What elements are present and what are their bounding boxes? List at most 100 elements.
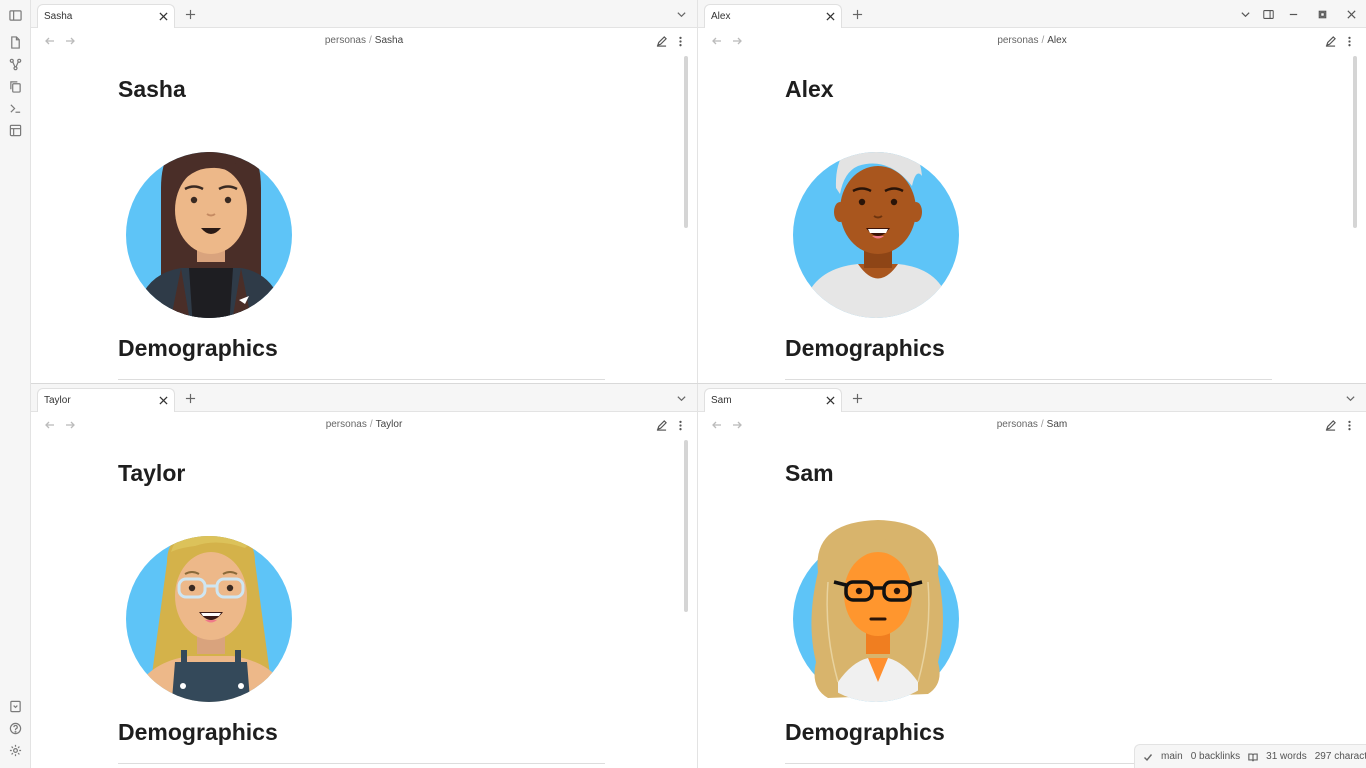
pane-sam: Sam personas / Sam Sam Demographics xyxy=(698,384,1366,768)
sidebar-right-icon[interactable] xyxy=(1261,7,1275,21)
edit-icon[interactable] xyxy=(654,418,668,432)
layout-icon[interactable] xyxy=(7,122,23,138)
horizontal-split-divider[interactable] xyxy=(31,383,1366,384)
more-options-icon[interactable] xyxy=(1342,34,1356,48)
more-options-icon[interactable] xyxy=(673,34,687,48)
note-content: Sam Demographics xyxy=(698,437,1358,768)
breadcrumb-note: Sam xyxy=(1046,419,1068,430)
edit-icon[interactable] xyxy=(654,34,668,48)
more-options-icon[interactable] xyxy=(1342,418,1356,432)
copy-icon[interactable] xyxy=(7,78,23,94)
note-content: Alex Demographics xyxy=(698,53,1358,383)
breadcrumb-folder[interactable]: personas xyxy=(997,419,1038,430)
tab-label: Alex xyxy=(711,11,731,22)
scrollbar[interactable] xyxy=(1353,56,1357,228)
vertical-split-divider[interactable] xyxy=(697,0,698,768)
terminal-icon[interactable] xyxy=(7,100,23,116)
edit-icon[interactable] xyxy=(1323,418,1337,432)
character-count: 297 characters xyxy=(1314,751,1366,762)
check-icon xyxy=(1144,753,1153,761)
note-title: Alex xyxy=(785,76,834,102)
new-tab-icon[interactable] xyxy=(850,391,864,405)
section-heading: Demographics xyxy=(118,719,278,745)
tab-bar: Taylor xyxy=(31,384,697,412)
new-tab-icon[interactable] xyxy=(183,391,197,405)
close-icon[interactable] xyxy=(824,394,836,406)
maximize-icon[interactable] xyxy=(1315,7,1329,21)
chevron-down-icon[interactable] xyxy=(675,392,687,404)
close-icon[interactable] xyxy=(824,10,836,22)
backlinks-count[interactable]: 0 backlinks xyxy=(1191,751,1240,762)
breadcrumb-note: Alex xyxy=(1047,35,1067,46)
edit-icon[interactable] xyxy=(1323,34,1337,48)
breadcrumb-separator: / xyxy=(1040,419,1044,430)
breadcrumb-folder[interactable]: personas xyxy=(325,35,366,46)
breadcrumb: personas / Sam xyxy=(698,419,1366,430)
pane-taylor: Taylor personas / Taylor Taylor Demograp… xyxy=(31,384,697,768)
note-title: Sasha xyxy=(118,76,186,102)
tab-taylor[interactable]: Taylor xyxy=(37,388,175,412)
help-icon[interactable] xyxy=(7,720,23,736)
new-tab-icon[interactable] xyxy=(183,7,197,21)
vault-icon[interactable] xyxy=(7,698,23,714)
chevron-down-icon[interactable] xyxy=(1344,392,1356,404)
breadcrumb-separator: / xyxy=(1041,35,1045,46)
minimize-icon[interactable] xyxy=(1286,7,1300,21)
note-title: Taylor xyxy=(118,460,186,486)
persona-avatar xyxy=(126,536,292,702)
divider xyxy=(785,379,1272,380)
view-header: personas / Taylor xyxy=(31,413,697,437)
more-options-icon[interactable] xyxy=(673,418,687,432)
sync-status[interactable] xyxy=(1143,752,1153,762)
persona-avatar xyxy=(126,152,292,318)
word-count: 31 words xyxy=(1266,751,1307,762)
section-heading: Demographics xyxy=(785,335,945,361)
graph-icon[interactable] xyxy=(7,56,23,72)
tab-bar: Sam xyxy=(698,384,1366,412)
view-header: personas / Sam xyxy=(698,413,1366,437)
new-tab-icon[interactable] xyxy=(850,7,864,21)
tab-bar: Alex xyxy=(698,0,1366,28)
scrollbar[interactable] xyxy=(684,56,688,228)
close-icon[interactable] xyxy=(157,394,169,406)
settings-icon[interactable] xyxy=(7,742,23,758)
git-branch[interactable]: main xyxy=(1161,751,1183,762)
tab-label: Sam xyxy=(711,395,732,406)
chevron-down-icon[interactable] xyxy=(1238,7,1252,21)
breadcrumb: personas / Sasha xyxy=(31,35,697,46)
note-content: Taylor Demographics xyxy=(31,437,689,768)
close-window-icon[interactable] xyxy=(1344,7,1358,21)
breadcrumb-separator: / xyxy=(369,419,373,430)
view-header: personas / Alex xyxy=(698,29,1366,53)
breadcrumb: personas / Taylor xyxy=(31,419,697,430)
reading-mode[interactable] xyxy=(1248,752,1258,762)
tab-bar: Sasha xyxy=(31,0,697,28)
sidebar-toggle-icon[interactable] xyxy=(7,7,23,23)
breadcrumb: personas / Alex xyxy=(698,35,1366,46)
breadcrumb-separator: / xyxy=(369,35,372,46)
breadcrumb-note: Taylor xyxy=(375,419,403,430)
tab-label: Sasha xyxy=(44,11,73,22)
tab-label: Taylor xyxy=(44,395,71,406)
persona-avatar xyxy=(793,520,959,702)
tab-alex[interactable]: Alex xyxy=(704,4,842,28)
note-content: Sasha Demographics xyxy=(31,53,689,383)
left-ribbon xyxy=(0,0,31,768)
section-heading: Demographics xyxy=(118,335,278,361)
breadcrumb-folder[interactable]: personas xyxy=(326,419,367,430)
note-title: Sam xyxy=(785,460,834,486)
persona-avatar xyxy=(793,152,959,318)
status-bar: main 0 backlinks 31 words 297 characters xyxy=(1134,744,1366,768)
pane-alex: Alex personas / Alex Alex Demographics xyxy=(698,0,1366,383)
divider xyxy=(118,379,605,380)
file-icon[interactable] xyxy=(7,34,23,50)
tab-sam[interactable]: Sam xyxy=(704,388,842,412)
pane-sasha: Sasha personas / Sasha Sasha Demographic… xyxy=(31,0,697,383)
divider xyxy=(118,763,605,764)
section-heading: Demographics xyxy=(785,719,945,745)
chevron-down-icon[interactable] xyxy=(675,8,687,20)
close-icon[interactable] xyxy=(157,10,169,22)
scrollbar[interactable] xyxy=(684,440,688,612)
tab-sasha[interactable]: Sasha xyxy=(37,4,175,28)
breadcrumb-folder[interactable]: personas xyxy=(997,35,1038,46)
